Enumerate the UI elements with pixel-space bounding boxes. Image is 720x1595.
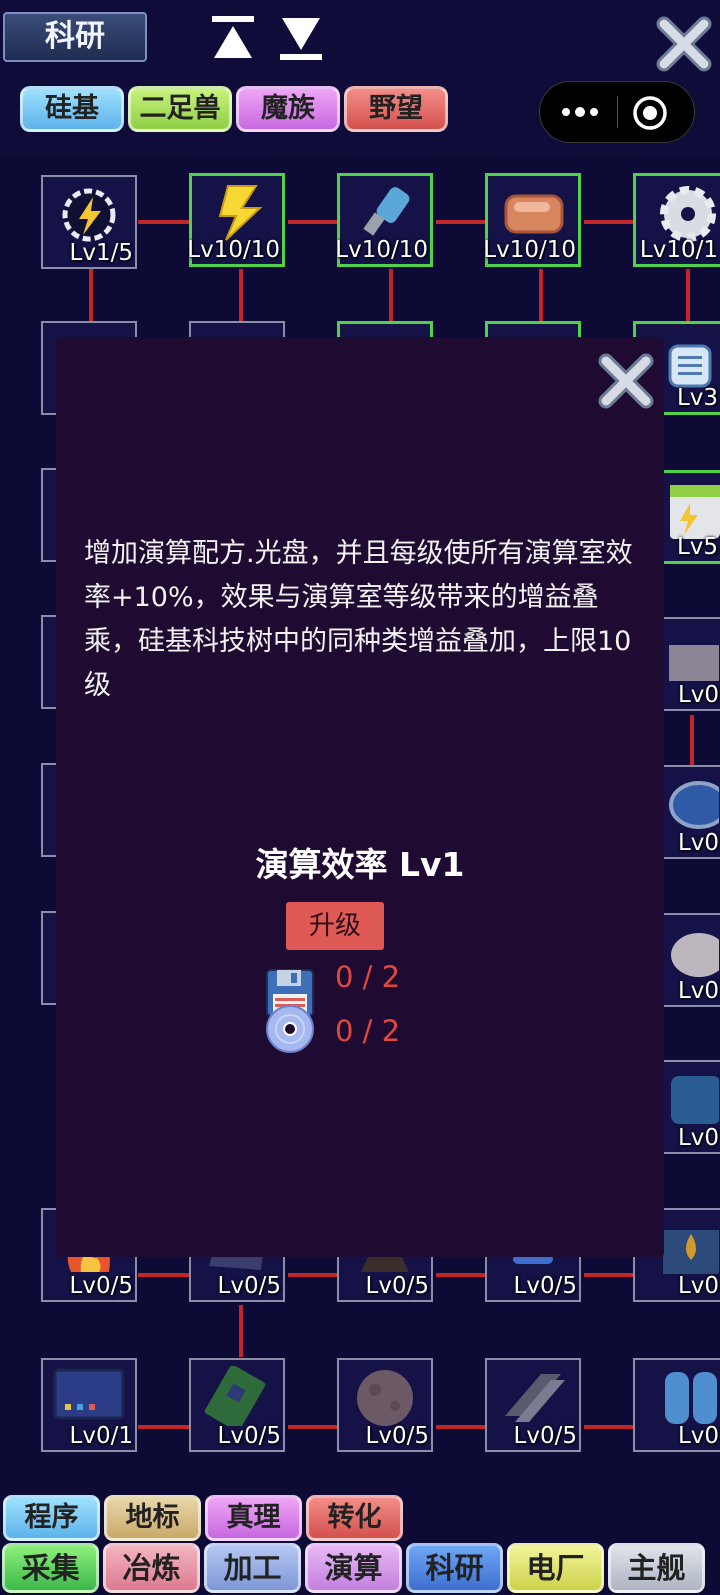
connector	[138, 1425, 190, 1429]
nav-gather[interactable]: 采集	[2, 1543, 99, 1593]
level-label: Lv10/10	[483, 237, 576, 263]
connector	[138, 1273, 190, 1277]
scroll-top-icon[interactable]	[210, 14, 256, 62]
nav-process[interactable]: 加工	[204, 1543, 301, 1593]
upgrade-button[interactable]: 升级	[286, 902, 384, 950]
tech-description: 增加演算配方.光盘，并且每级使所有演算室效率+10%，效果与演算室等级带来的增益…	[84, 538, 633, 701]
connector	[539, 269, 543, 321]
level-label: Lv0/1	[69, 1423, 133, 1449]
circuit-board-icon	[204, 1366, 266, 1426]
level-label: Lv0/5	[513, 1423, 577, 1449]
mini-program-capsule	[539, 81, 695, 143]
level-label: Lv0/5	[217, 1273, 281, 1299]
level-label: Lv10/1	[639, 237, 718, 263]
tech-node-circuit[interactable]: Lv0/5	[189, 1358, 285, 1452]
scroll-bottom-icon[interactable]	[278, 14, 324, 62]
disc-icon	[266, 1005, 314, 1053]
tab-convert[interactable]: 转化	[306, 1495, 403, 1541]
nav-research[interactable]: 科研	[406, 1543, 503, 1593]
connector	[239, 1305, 243, 1357]
tech-node-energy[interactable]: Lv1/5	[41, 175, 137, 269]
connector	[584, 1273, 636, 1277]
connector	[239, 269, 243, 321]
tech-detail-dialog	[56, 337, 664, 1257]
level-label: Lv0	[677, 682, 719, 708]
connector	[584, 220, 636, 224]
tech-node-gear[interactable]: Lv10/1	[633, 173, 720, 267]
tech-node-power[interactable]: Lv10/10	[187, 173, 285, 267]
cost-floppy-value: 0 / 2	[335, 960, 401, 994]
level-label: Lv0	[677, 1423, 719, 1449]
connector	[288, 1273, 340, 1277]
tech-node-moon[interactable]: Lv0/5	[337, 1358, 433, 1452]
nav-mothership[interactable]: 主舰	[608, 1543, 705, 1593]
tab-program[interactable]: 程序	[3, 1495, 100, 1541]
connector	[288, 220, 340, 224]
screen-icon	[53, 1368, 125, 1420]
connector	[389, 269, 393, 321]
close-icon[interactable]	[654, 14, 714, 74]
tab-demon[interactable]: 魔族	[236, 86, 340, 132]
tech-node-drill[interactable]: Lv10/10	[335, 173, 433, 267]
level-label: Lv1/5	[69, 240, 133, 266]
page-title: 科研	[3, 12, 147, 62]
level-label: Lv0	[677, 1125, 719, 1151]
tech-node-screen[interactable]: Lv0/1	[41, 1358, 137, 1452]
more-icon[interactable]	[558, 100, 602, 124]
connector	[436, 1273, 488, 1277]
level-label: Lv3	[676, 385, 718, 411]
level-label: Lv0/5	[365, 1273, 429, 1299]
close-icon[interactable]	[594, 350, 658, 412]
steel-beam-icon	[505, 1374, 565, 1422]
nav-smelt[interactable]: 冶炼	[103, 1543, 200, 1593]
level-label: Lv0/5	[365, 1423, 429, 1449]
gear-lightning-icon	[62, 188, 116, 242]
connector	[436, 1425, 488, 1429]
tech-name: 演算效率 Lv1	[255, 845, 465, 884]
gas-tank-icon	[665, 1372, 717, 1424]
tech-node-tanks[interactable]: Lv0	[633, 1358, 720, 1452]
connector	[436, 220, 488, 224]
gear-icon	[660, 186, 716, 242]
exit-target-icon[interactable]	[632, 95, 668, 131]
copper-ingot-icon	[504, 194, 564, 234]
level-label: Lv0	[677, 978, 719, 1004]
nav-compute[interactable]: 演算	[305, 1543, 402, 1593]
tab-truth[interactable]: 真理	[205, 1495, 302, 1541]
tab-biped[interactable]: 二足兽	[128, 86, 232, 132]
connector	[584, 1425, 636, 1429]
tab-silicon[interactable]: 硅基	[20, 86, 124, 132]
level-label: Lv0/5	[217, 1423, 281, 1449]
connector	[686, 269, 690, 321]
connector	[288, 1425, 340, 1429]
bolt-icon	[218, 185, 263, 241]
nav-power-plant[interactable]: 电厂	[507, 1543, 604, 1593]
level-label: Lv0/5	[513, 1273, 577, 1299]
tab-landmark[interactable]: 地标	[104, 1495, 201, 1541]
tab-ambition[interactable]: 野望	[344, 86, 448, 132]
level-label: Lv10/10	[335, 237, 428, 263]
level-label: Lv0	[677, 830, 719, 856]
level-label: Lv10/10	[187, 237, 280, 263]
level-label: Lv0	[677, 1273, 719, 1299]
connector	[138, 220, 190, 224]
connector	[89, 269, 93, 321]
cost-disc-value: 0 / 2	[335, 1014, 401, 1048]
connector	[690, 715, 694, 765]
moon-icon	[357, 1370, 413, 1426]
tech-node-steel[interactable]: Lv0/5	[485, 1358, 581, 1452]
capsule-divider	[617, 96, 618, 128]
level-label: Lv0/5	[69, 1273, 133, 1299]
tech-node-copper[interactable]: Lv10/10	[483, 173, 581, 267]
level-label: Lv5	[676, 534, 718, 560]
drill-icon	[363, 187, 410, 236]
